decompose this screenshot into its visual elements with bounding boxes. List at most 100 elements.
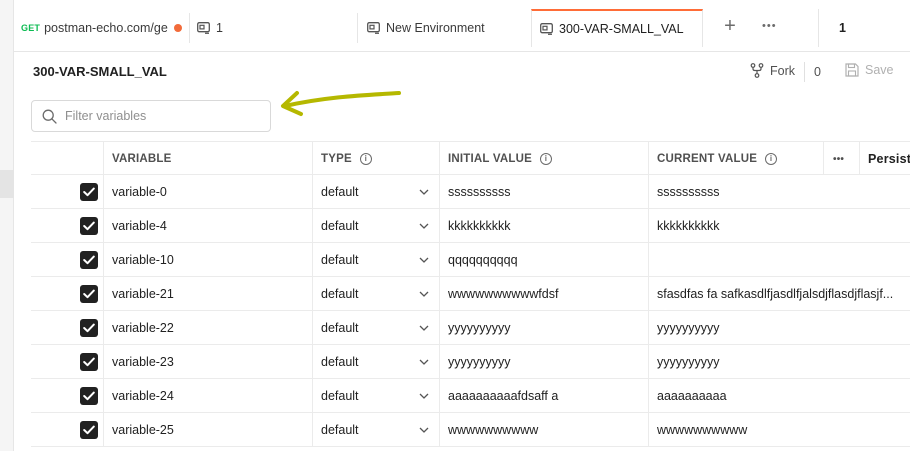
column-header-initial-label: INITIAL VALUE [448, 153, 532, 165]
column-header-variable: VARIABLE [112, 153, 172, 165]
initial-value-cell[interactable]: wwwwwwwwww [439, 413, 648, 447]
table-row: variable-4 default kkkkkkkkkk kkkkkkkkkk [31, 209, 910, 243]
save-icon [845, 63, 859, 77]
variable-name-cell[interactable]: variable-24 [103, 379, 312, 413]
table-header-row: VARIABLE TYPE i INITIAL VALUE i CURRENT … [31, 141, 910, 175]
tab-divider [357, 13, 358, 43]
variable-name-cell[interactable]: variable-22 [103, 311, 312, 345]
info-icon[interactable]: i [359, 153, 372, 165]
search-icon [42, 109, 57, 124]
table-row: variable-21 default wwwwwwwwwwfdsf sfasdfas… [31, 277, 910, 311]
column-header-type-label: TYPE [321, 153, 352, 165]
type-select-value: default [321, 253, 359, 267]
current-value-cell[interactable]: sfasdfas fa safkasdlfjasdlfjalsdjflasdjf… [648, 277, 910, 311]
fork-button[interactable]: Fork [750, 63, 795, 78]
info-icon[interactable]: i [765, 153, 778, 165]
current-value-cell[interactable]: wwwwwwwwww [648, 413, 910, 447]
tab-300-var-small-val[interactable]: 300-VAR-SMALL_VAL [531, 9, 703, 47]
variable-name-cell[interactable]: variable-10 [103, 243, 312, 277]
current-value-cell[interactable]: yyyyyyyyyy [648, 345, 910, 379]
initial-value-cell[interactable]: aaaaaaaaaafdsaff a [439, 379, 648, 413]
tab-bar: GET postman-echo.com/ge 1 New Environmen… [14, 0, 910, 52]
header-divider [804, 62, 805, 82]
current-value-cell[interactable] [648, 243, 910, 277]
variable-name-cell[interactable]: variable-21 [103, 277, 312, 311]
info-icon[interactable]: i [539, 153, 552, 165]
variable-name-cell[interactable]: variable-0 [103, 175, 312, 209]
table-row: variable-10 default qqqqqqqqqq [31, 243, 910, 277]
save-button[interactable]: Save [845, 63, 894, 77]
type-select-value: default [321, 185, 359, 199]
environment-selector-value: 1 [839, 21, 846, 35]
type-select[interactable]: default [312, 209, 439, 243]
tab-label: 300-VAR-SMALL_VAL [559, 22, 684, 36]
chevron-down-icon [419, 257, 429, 263]
type-select[interactable]: default [312, 175, 439, 209]
enable-variable-checkbox[interactable] [80, 421, 98, 439]
persist-all-button[interactable]: Persist [859, 142, 910, 176]
table-row: variable-0 default ssssssssss ssssssssss [31, 175, 910, 209]
tab-new-environment[interactable]: New Environment [367, 9, 532, 47]
chevron-down-icon [419, 291, 429, 297]
type-select[interactable]: default [312, 379, 439, 413]
initial-value-cell[interactable]: wwwwwwwwwwfdsf [439, 277, 648, 311]
initial-value-cell[interactable]: qqqqqqqqqq [439, 243, 648, 277]
new-tab-button[interactable]: + [720, 16, 740, 38]
chevron-down-icon [419, 427, 429, 433]
type-select-value: default [321, 423, 359, 437]
initial-value-cell[interactable]: yyyyyyyyyy [439, 311, 648, 345]
variable-name-cell[interactable]: variable-23 [103, 345, 312, 379]
table-row: variable-24 default aaaaaaaaaafdsaff a aaaa… [31, 379, 910, 413]
variable-name-cell[interactable]: variable-25 [103, 413, 312, 447]
enable-variable-checkbox[interactable] [80, 217, 98, 235]
variable-name-cell[interactable]: variable-4 [103, 209, 312, 243]
left-sidebar-rail [0, 0, 14, 451]
table-row: variable-22 default yyyyyyyyyy yyyyyyyyyy [31, 311, 910, 345]
tab-environment-1[interactable]: 1 [197, 9, 357, 47]
environment-title[interactable]: 300-VAR-SMALL_VAL [33, 64, 167, 79]
enable-variable-checkbox[interactable] [80, 285, 98, 303]
app-window: GET postman-echo.com/ge 1 New Environmen… [0, 0, 910, 451]
tab-divider [189, 13, 190, 43]
unsaved-dot-icon [173, 24, 182, 32]
environment-icon [197, 22, 210, 34]
filter-variables-input[interactable] [65, 109, 255, 123]
environment-icon [540, 23, 553, 35]
type-select[interactable]: default [312, 413, 439, 447]
save-label: Save [865, 63, 894, 77]
tab-request-get[interactable]: GET postman-echo.com/ge [21, 9, 185, 47]
current-value-cell[interactable]: ssssssssss [648, 175, 910, 209]
chevron-down-icon [419, 189, 429, 195]
initial-value-cell[interactable]: ssssssssss [439, 175, 648, 209]
enable-variable-checkbox[interactable] [80, 183, 98, 201]
type-select-value: default [321, 355, 359, 369]
enable-variable-checkbox[interactable] [80, 353, 98, 371]
enable-variable-checkbox[interactable] [80, 387, 98, 405]
environment-selector[interactable]: 1 [818, 9, 910, 47]
method-badge: GET [21, 23, 41, 33]
column-options-icon[interactable]: ••• [823, 142, 859, 176]
chevron-down-icon [419, 223, 429, 229]
enable-variable-checkbox[interactable] [80, 251, 98, 269]
column-header-current-label: CURRENT VALUE [657, 153, 758, 165]
current-value-cell[interactable]: kkkkkkkkkk [648, 209, 910, 243]
type-select-value: default [321, 389, 359, 403]
type-select[interactable]: default [312, 345, 439, 379]
type-select[interactable]: default [312, 311, 439, 345]
type-select-value: default [321, 287, 359, 301]
tab-label: 1 [216, 21, 223, 35]
enable-variable-checkbox[interactable] [80, 319, 98, 337]
type-select[interactable]: default [312, 277, 439, 311]
initial-value-cell[interactable]: kkkkkkkkkk [439, 209, 648, 243]
tab-label: New Environment [386, 21, 485, 35]
column-header-current-value: CURRENT VALUE i [648, 142, 823, 176]
current-value-cell[interactable]: aaaaaaaaaa [648, 379, 910, 413]
filter-variables-field[interactable] [31, 100, 271, 132]
type-select[interactable]: default [312, 243, 439, 277]
tab-overflow-menu-icon[interactable]: ••• [762, 20, 782, 32]
sidebar-selected-item[interactable] [0, 170, 14, 198]
initial-value-cell[interactable]: yyyyyyyyyy [439, 345, 648, 379]
environment-icon [367, 22, 380, 34]
current-value-cell[interactable]: yyyyyyyyyy [648, 311, 910, 345]
chevron-down-icon [419, 359, 429, 365]
